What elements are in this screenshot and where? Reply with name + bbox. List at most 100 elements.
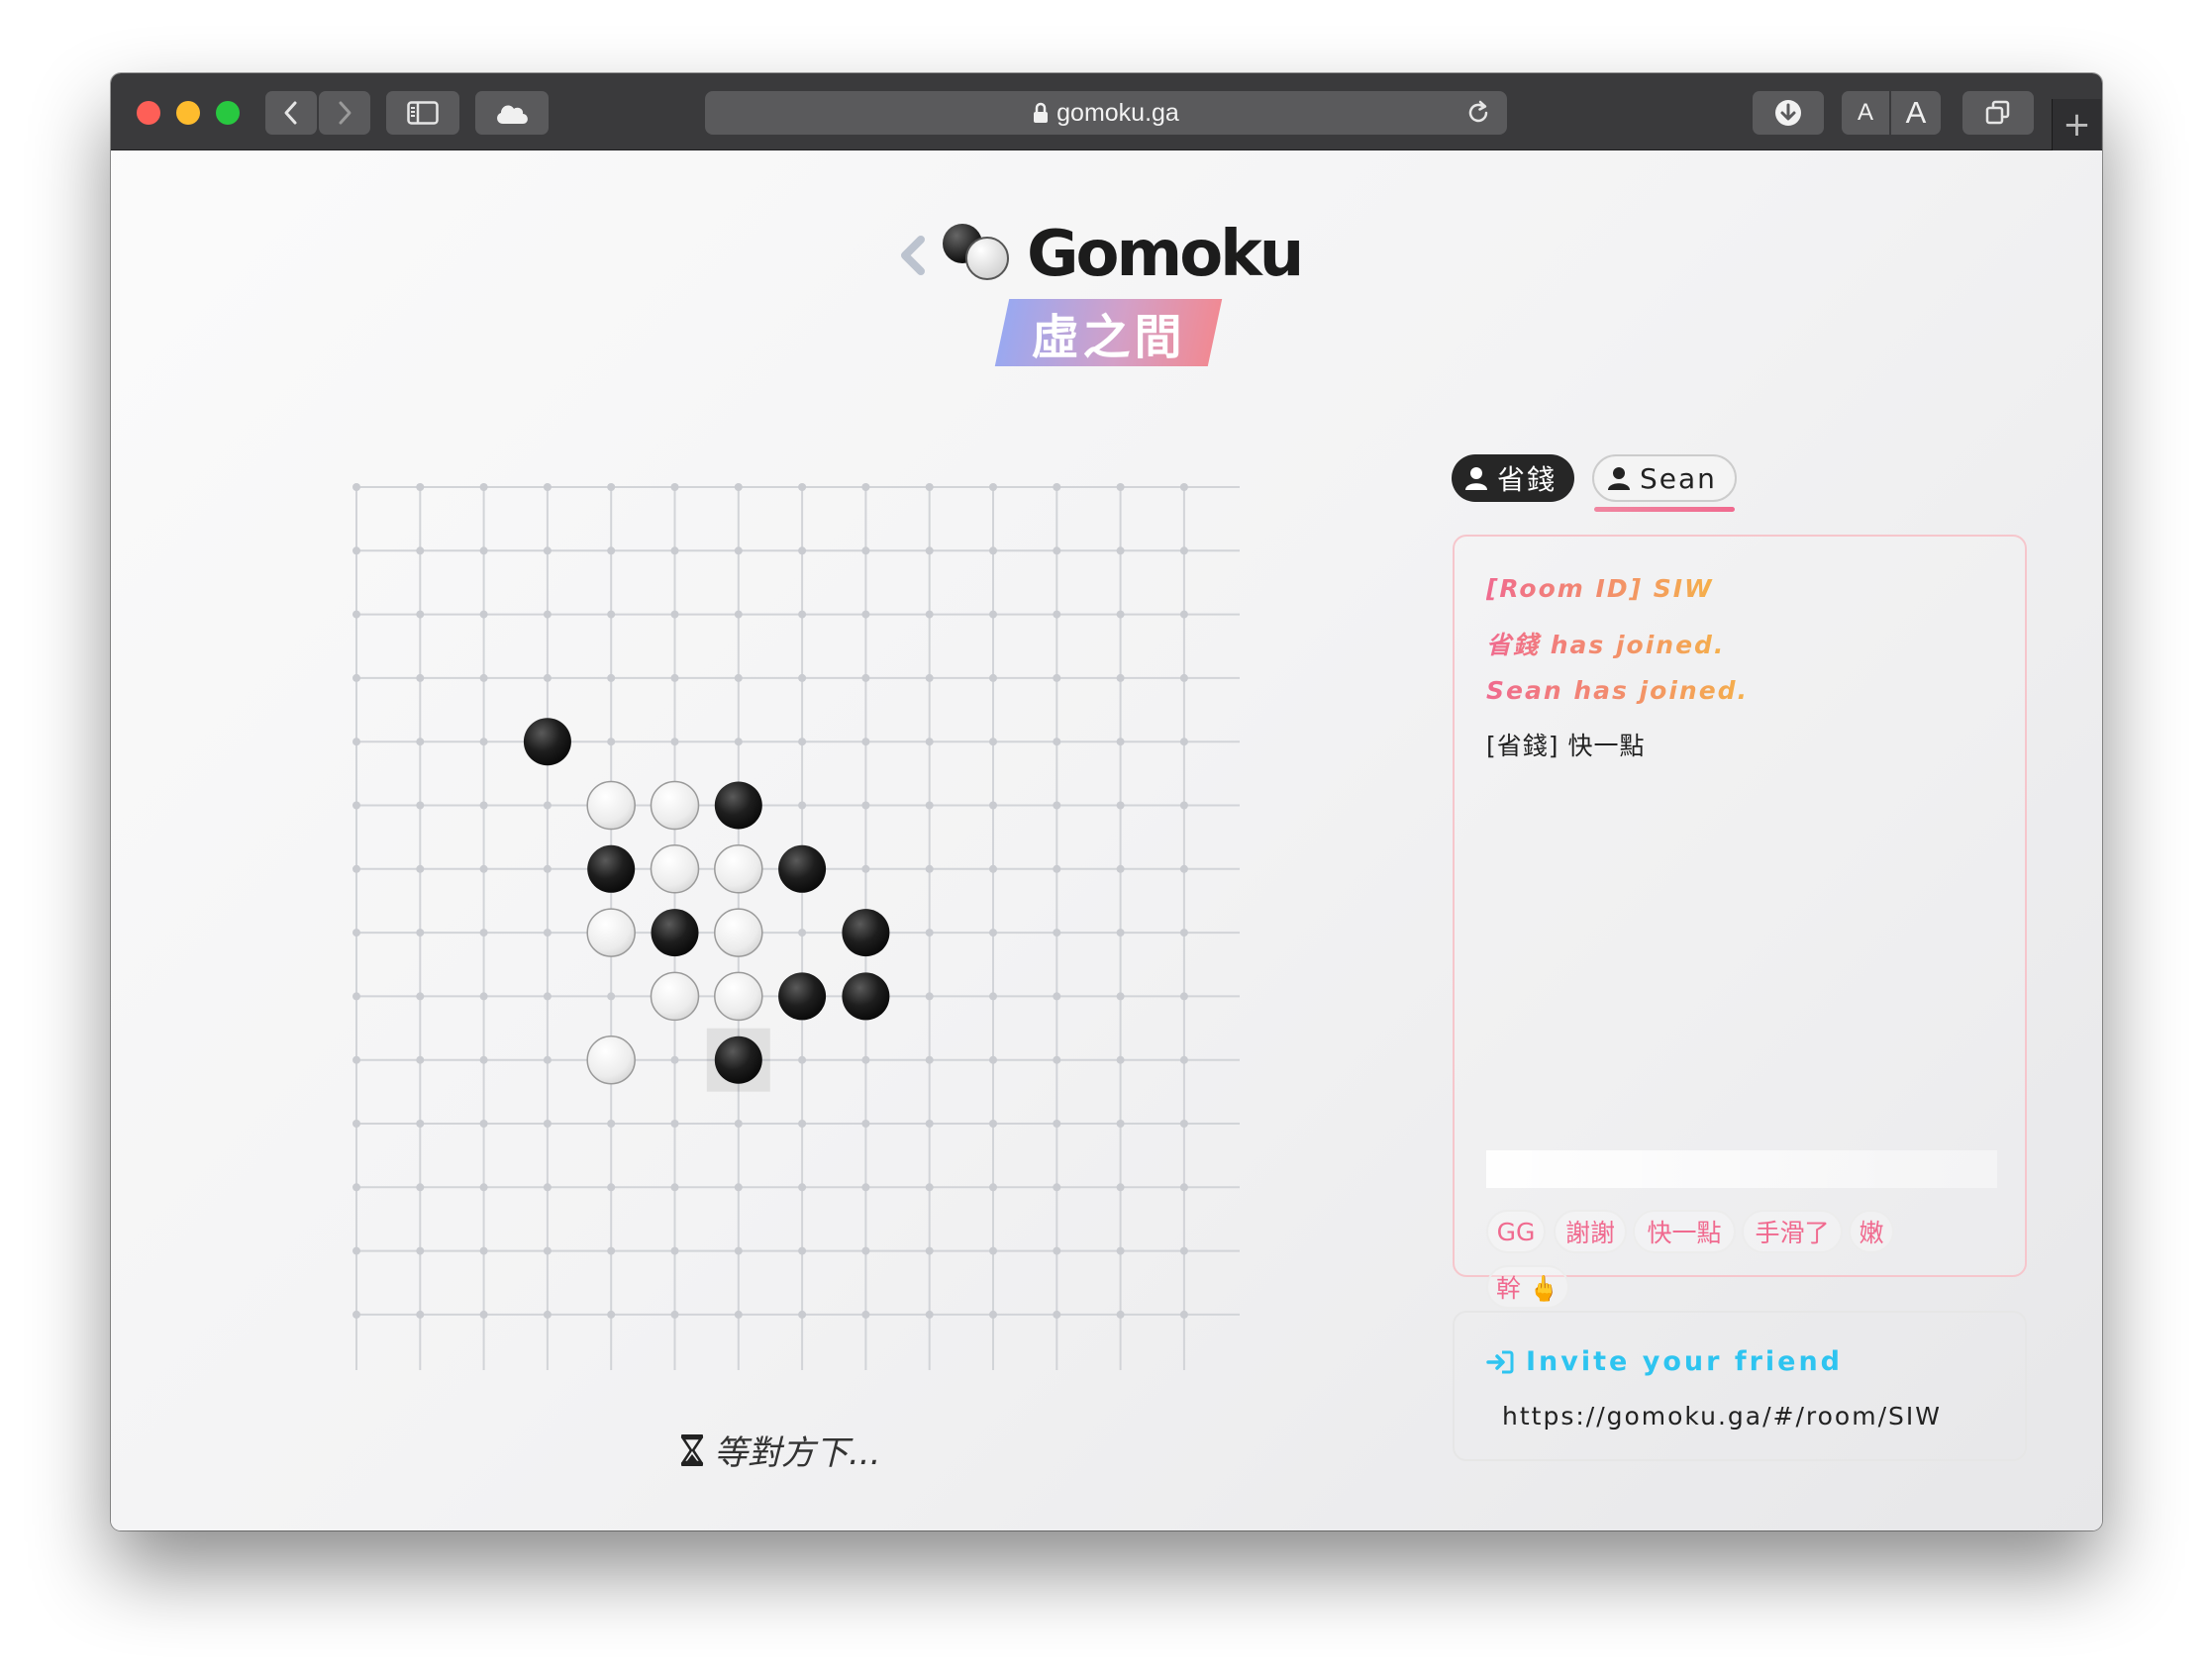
grid-intersection — [416, 673, 425, 682]
invite-link[interactable]: https://gomoku.ga/#/room/SIW — [1502, 1402, 1942, 1430]
black-stone — [523, 718, 571, 766]
grid-intersection — [352, 864, 360, 873]
black-stone — [842, 972, 890, 1021]
sign-in-icon — [1486, 1349, 1514, 1375]
grid-intersection — [925, 673, 934, 682]
grid-intersection — [734, 483, 743, 491]
player-tab-1[interactable]: 省錢 — [1452, 454, 1575, 502]
grid-intersection — [1179, 673, 1188, 682]
grid-intersection — [1116, 1310, 1125, 1319]
grid-intersection — [861, 1120, 870, 1128]
text-smaller-label: A — [1857, 99, 1873, 126]
grid-intersection — [861, 673, 870, 682]
quick-reply-button[interactable]: 快一點 — [1633, 1210, 1736, 1253]
white-stone — [586, 780, 636, 831]
grid-intersection — [1053, 1120, 1061, 1128]
forward-button[interactable] — [319, 91, 370, 135]
address-bar[interactable]: gomoku.ga — [705, 91, 1507, 135]
text-smaller-button[interactable]: A — [1842, 91, 1889, 135]
grid-intersection — [734, 673, 743, 682]
grid-intersection — [416, 546, 425, 555]
minimize-window-button[interactable] — [176, 101, 200, 125]
grid-intersection — [607, 992, 616, 1001]
grid-intersection — [543, 610, 552, 619]
grid-intersection — [543, 1055, 552, 1064]
grid-intersection — [352, 1183, 360, 1192]
zoom-window-button[interactable] — [216, 101, 240, 125]
hourglass-icon — [680, 1433, 704, 1467]
grid-intersection — [989, 929, 997, 937]
new-tab-button[interactable]: + — [2052, 99, 2101, 150]
quick-reply-button[interactable]: GG — [1486, 1210, 1546, 1253]
grid-intersection — [989, 992, 997, 1001]
grid-intersection — [1053, 738, 1061, 746]
grid-intersection — [925, 610, 934, 619]
grid-intersection — [479, 610, 488, 619]
close-window-button[interactable] — [137, 101, 160, 125]
quick-reply-button[interactable]: 嫩 — [1849, 1210, 1894, 1253]
grid-intersection — [352, 610, 360, 619]
grid-intersection — [1116, 864, 1125, 873]
tab-overview-button[interactable] — [1962, 91, 2034, 135]
grid-intersection — [734, 1310, 743, 1319]
grid-intersection — [543, 1120, 552, 1128]
grid-intersection — [670, 546, 679, 555]
icloud-tabs-button[interactable] — [475, 91, 549, 135]
chevron-left-icon — [901, 236, 925, 275]
grid-intersection — [1179, 1183, 1188, 1192]
grid-intersection — [352, 738, 360, 746]
invite-title: Invite your friend — [1486, 1346, 1843, 1377]
grid-intersection — [861, 1246, 870, 1255]
grid-intersection — [543, 546, 552, 555]
white-stone — [714, 844, 763, 894]
sidebar-toggle-button[interactable] — [386, 91, 459, 135]
plus-icon: + — [2062, 105, 2091, 145]
grid-intersection — [861, 1310, 870, 1319]
grid-intersection — [352, 1120, 360, 1128]
grid-intersection — [479, 738, 488, 746]
grid-intersection — [1179, 929, 1188, 937]
back-button[interactable] — [265, 91, 317, 135]
chat-system-message: 省錢 has joined. — [1486, 626, 1725, 661]
grid-intersection — [925, 929, 934, 937]
grid-intersection — [479, 673, 488, 682]
grid-intersection — [543, 1310, 552, 1319]
grid-intersection — [989, 801, 997, 810]
grid-intersection — [1179, 610, 1188, 619]
grid-intersection — [416, 929, 425, 937]
quick-reply-button[interactable]: 手滑了 — [1742, 1210, 1843, 1253]
player-tab-2[interactable]: Sean — [1592, 454, 1737, 512]
grid-intersection — [1116, 483, 1125, 491]
chat-system-message: Sean has joined. — [1486, 676, 1750, 705]
browser-window: gomoku.ga A A + Gomoku 虛之間 等對方下... 省錢 Se… — [111, 73, 2102, 1530]
chat-input[interactable] — [1486, 1150, 1997, 1188]
grid-intersection — [925, 1183, 934, 1192]
text-larger-button[interactable]: A — [1891, 91, 1941, 135]
quick-reply-button[interactable]: 謝謝 — [1554, 1210, 1627, 1253]
white-stone — [650, 780, 700, 831]
grid-intersection — [861, 738, 870, 746]
grid-intersection — [925, 801, 934, 810]
grid-intersection — [1116, 546, 1125, 555]
grid-intersection — [1116, 801, 1125, 810]
grid-intersection — [734, 1183, 743, 1192]
grid-intersection — [1179, 738, 1188, 746]
gomoku-board[interactable] — [339, 469, 1240, 1370]
grid-intersection — [798, 483, 807, 491]
reload-icon[interactable] — [1465, 100, 1491, 133]
grid-intersection — [925, 546, 934, 555]
grid-intersection — [670, 1055, 679, 1064]
grid-intersection — [1116, 673, 1125, 682]
grid-intersection — [416, 1310, 425, 1319]
grid-intersection — [1179, 1120, 1188, 1128]
grid-intersection — [1053, 929, 1061, 937]
grid-intersection — [607, 546, 616, 555]
back-to-lobby-button[interactable] — [895, 232, 931, 284]
quick-reply-button[interactable]: 幹 🖕 — [1486, 1265, 1569, 1309]
cloud-icon — [497, 105, 528, 124]
black-stone — [714, 1036, 762, 1084]
grid-intersection — [989, 673, 997, 682]
grid-intersection — [989, 610, 997, 619]
grid-intersection — [861, 1183, 870, 1192]
downloads-button[interactable] — [1753, 91, 1824, 135]
